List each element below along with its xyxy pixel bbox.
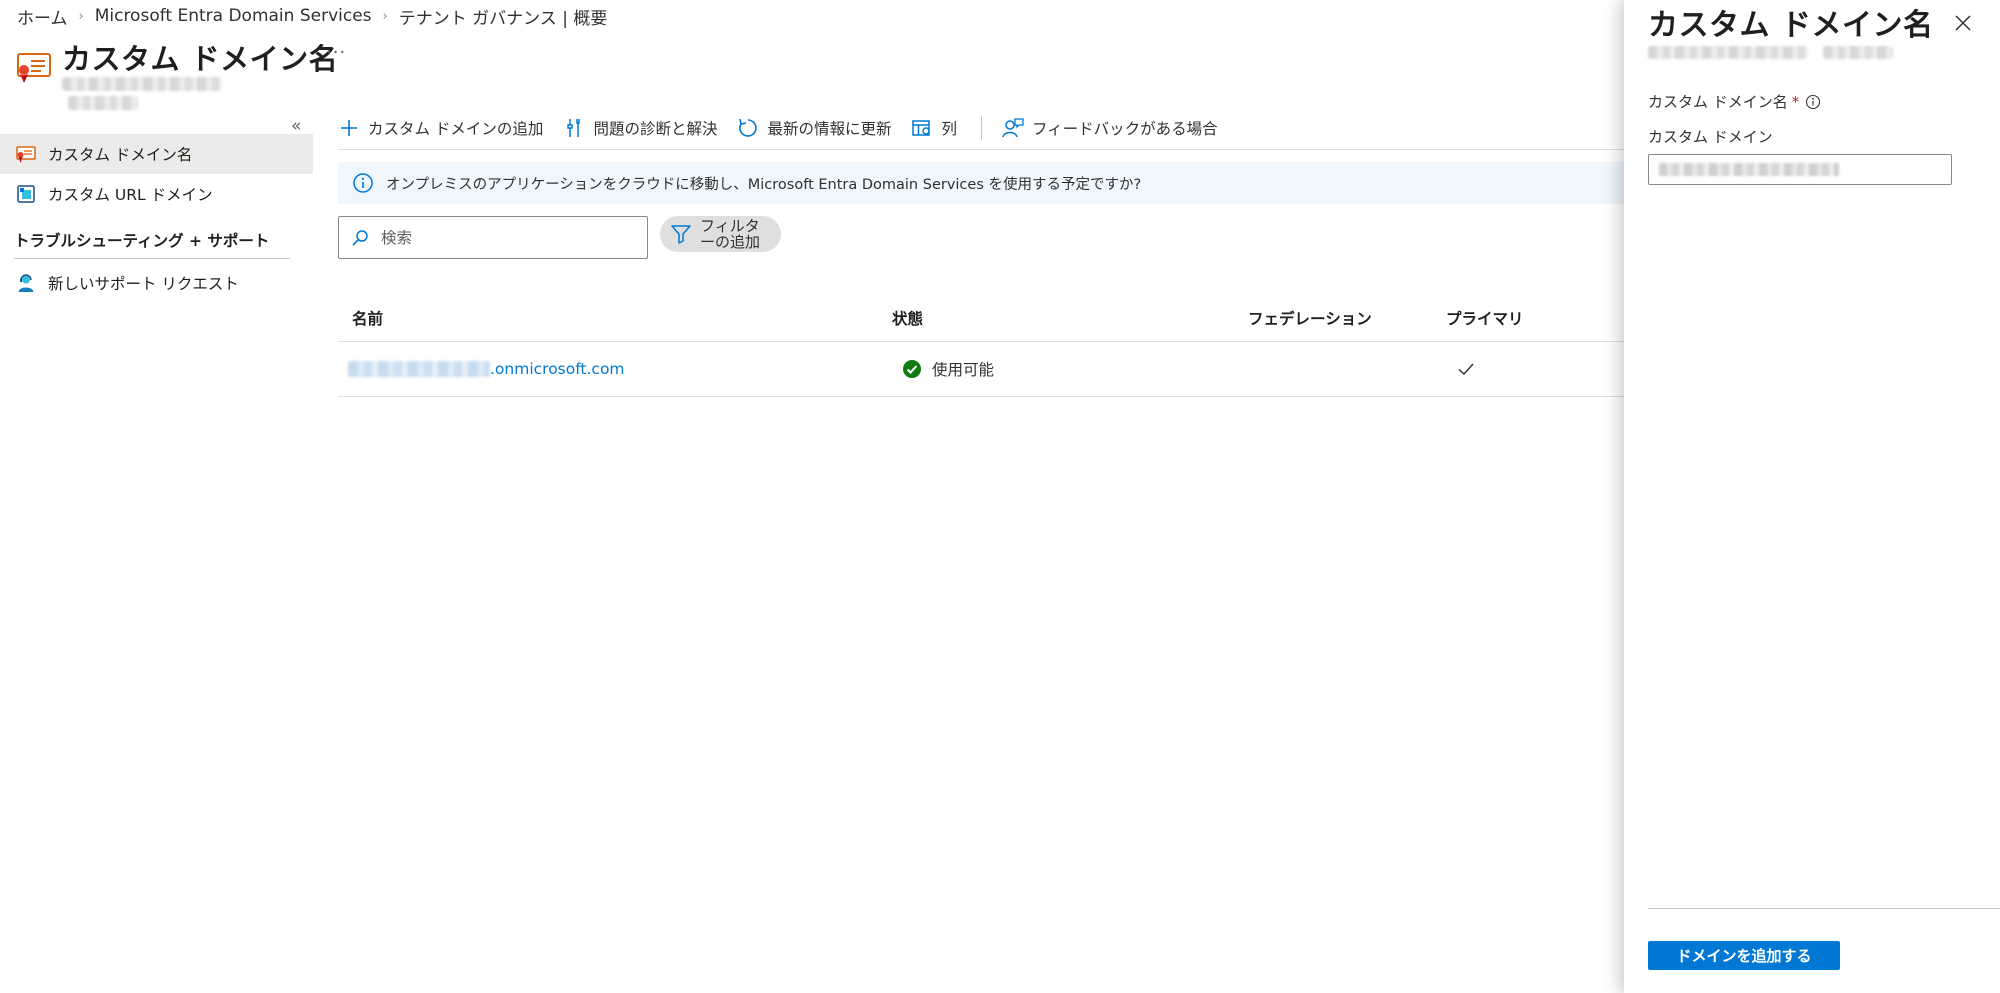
panel-title: カスタム ドメイン名 <box>1648 8 1934 43</box>
diagnose-label: 問題の診断と解決 <box>593 120 718 138</box>
domain-name-redacted <box>348 361 490 377</box>
nav-item-label: カスタム ドメイン名 <box>48 146 193 164</box>
refresh-label: 最新の情報に更新 <box>767 120 892 138</box>
nav-item-label: 新しいサポート リクエスト <box>48 275 239 293</box>
column-header-primary[interactable]: プライマリ <box>1446 307 1624 329</box>
toolbar-divider <box>980 116 982 140</box>
search-input[interactable] <box>381 228 621 247</box>
nav-section-troubleshooting: トラブルシューティング + サポート <box>14 232 270 250</box>
domains-table: 名前 状態 フェデレーション プライマリ .onmicrosoft.com 使用… <box>338 294 1624 397</box>
certificate-icon <box>17 50 51 84</box>
add-domain-button[interactable]: ドメインを追加する <box>1648 941 1840 970</box>
primary-cell <box>1446 359 1624 379</box>
info-banner-text: オンプレミスのアプリケーションをクラウドに移動し、Microsoft Entra… <box>386 176 1142 193</box>
more-options-button[interactable]: ··· <box>326 42 346 63</box>
domain-name-cell: .onmicrosoft.com <box>338 360 892 378</box>
add-custom-domain-panel: カスタム ドメイン名 カスタム ドメイン名 * カスタム ドメイン ドメインを追… <box>1624 0 2000 993</box>
required-marker: * <box>1791 92 1800 111</box>
breadcrumb: ホーム › Microsoft Entra Domain Services › … <box>17 4 608 29</box>
info-icon <box>353 173 373 193</box>
nav-item-custom-url-domain[interactable]: カスタム URL ドメイン <box>0 174 313 214</box>
diagnose-button[interactable]: 問題の診断と解決 <box>563 117 717 139</box>
breadcrumb-tenant-governance[interactable]: テナント ガバナンス | 概要 <box>399 4 608 29</box>
columns-icon <box>911 117 933 139</box>
column-header-status[interactable]: 状態 <box>892 307 1248 329</box>
columns-button[interactable]: 列 <box>911 117 957 139</box>
certificate-icon <box>16 144 36 164</box>
add-custom-domain-button[interactable]: カスタム ドメインの追加 <box>338 117 543 139</box>
breadcrumb-entra-domain-services[interactable]: Microsoft Entra Domain Services <box>95 6 372 26</box>
search-box <box>338 216 648 259</box>
status-cell: 使用可能 <box>892 358 1248 380</box>
checkmark-icon <box>1458 363 1474 376</box>
panel-footer-divider <box>1648 908 2000 909</box>
feedback-label: フィードバックがある場合 <box>1031 120 1218 138</box>
nav-item-custom-domain-names[interactable]: カスタム ドメイン名 <box>0 134 313 174</box>
columns-label: 列 <box>941 120 957 138</box>
nav-item-new-support-request[interactable]: 新しいサポート リクエスト <box>0 263 313 303</box>
success-check-icon <box>903 360 921 378</box>
table-row: .onmicrosoft.com 使用可能 <box>338 342 1624 397</box>
custom-domain-input[interactable] <box>1648 154 1952 185</box>
add-filter-label: フィルターの追加 <box>700 217 761 251</box>
custom-domain-input-redacted-value <box>1659 163 1839 176</box>
table-header-row: 名前 状態 フェデレーション プライマリ <box>338 294 1624 342</box>
page-title: カスタム ドメイン名 <box>62 42 339 76</box>
add-custom-domain-label: カスタム ドメインの追加 <box>368 120 544 138</box>
feedback-button[interactable]: フィードバックがある場合 <box>1002 117 1218 139</box>
domain-name-link[interactable]: .onmicrosoft.com <box>348 360 625 378</box>
refresh-icon <box>737 117 759 139</box>
url-domain-icon <box>16 184 36 204</box>
custom-domain-sublabel: カスタム ドメイン <box>1648 128 1773 146</box>
domain-name-suffix: .onmicrosoft.com <box>490 360 625 378</box>
add-filter-button[interactable]: フィルターの追加 <box>660 216 781 252</box>
filter-icon <box>671 225 691 244</box>
breadcrumb-home[interactable]: ホーム <box>17 4 68 29</box>
feedback-icon <box>1002 117 1024 139</box>
status-text: 使用可能 <box>932 361 995 379</box>
command-bar: カスタム ドメインの追加 問題の診断と解決 最新の情報に更新 列 フィードバック… <box>338 110 1238 146</box>
plus-icon <box>338 117 360 139</box>
info-banner: オンプレミスのアプリケーションをクラウドに移動し、Microsoft Entra… <box>338 162 1624 204</box>
nav-item-label: カスタム URL ドメイン <box>48 186 213 204</box>
column-header-federation[interactable]: フェデレーション <box>1248 307 1446 329</box>
custom-domain-name-label: カスタム ドメイン名 * <box>1648 91 1821 112</box>
custom-domain-name-label-text: カスタム ドメイン名 <box>1648 93 1788 111</box>
left-nav: カスタム ドメイン名 カスタム URL ドメイン トラブルシューティング + サ… <box>0 134 313 303</box>
support-person-icon <box>16 273 36 293</box>
page-subtitle-redacted <box>62 76 302 110</box>
toolbar-divider-line <box>338 149 1624 150</box>
breadcrumb-separator: › <box>78 8 84 24</box>
nav-divider <box>14 258 290 259</box>
collapse-nav-button[interactable]: « <box>291 116 301 136</box>
breadcrumb-separator: › <box>382 8 388 24</box>
info-icon[interactable] <box>1805 94 1821 110</box>
panel-subtitle-redacted <box>1648 44 1898 60</box>
wrench-icon <box>563 117 585 139</box>
close-icon[interactable] <box>1952 12 1974 34</box>
refresh-button[interactable]: 最新の情報に更新 <box>737 117 891 139</box>
search-icon <box>352 229 368 246</box>
column-header-name[interactable]: 名前 <box>338 307 892 329</box>
